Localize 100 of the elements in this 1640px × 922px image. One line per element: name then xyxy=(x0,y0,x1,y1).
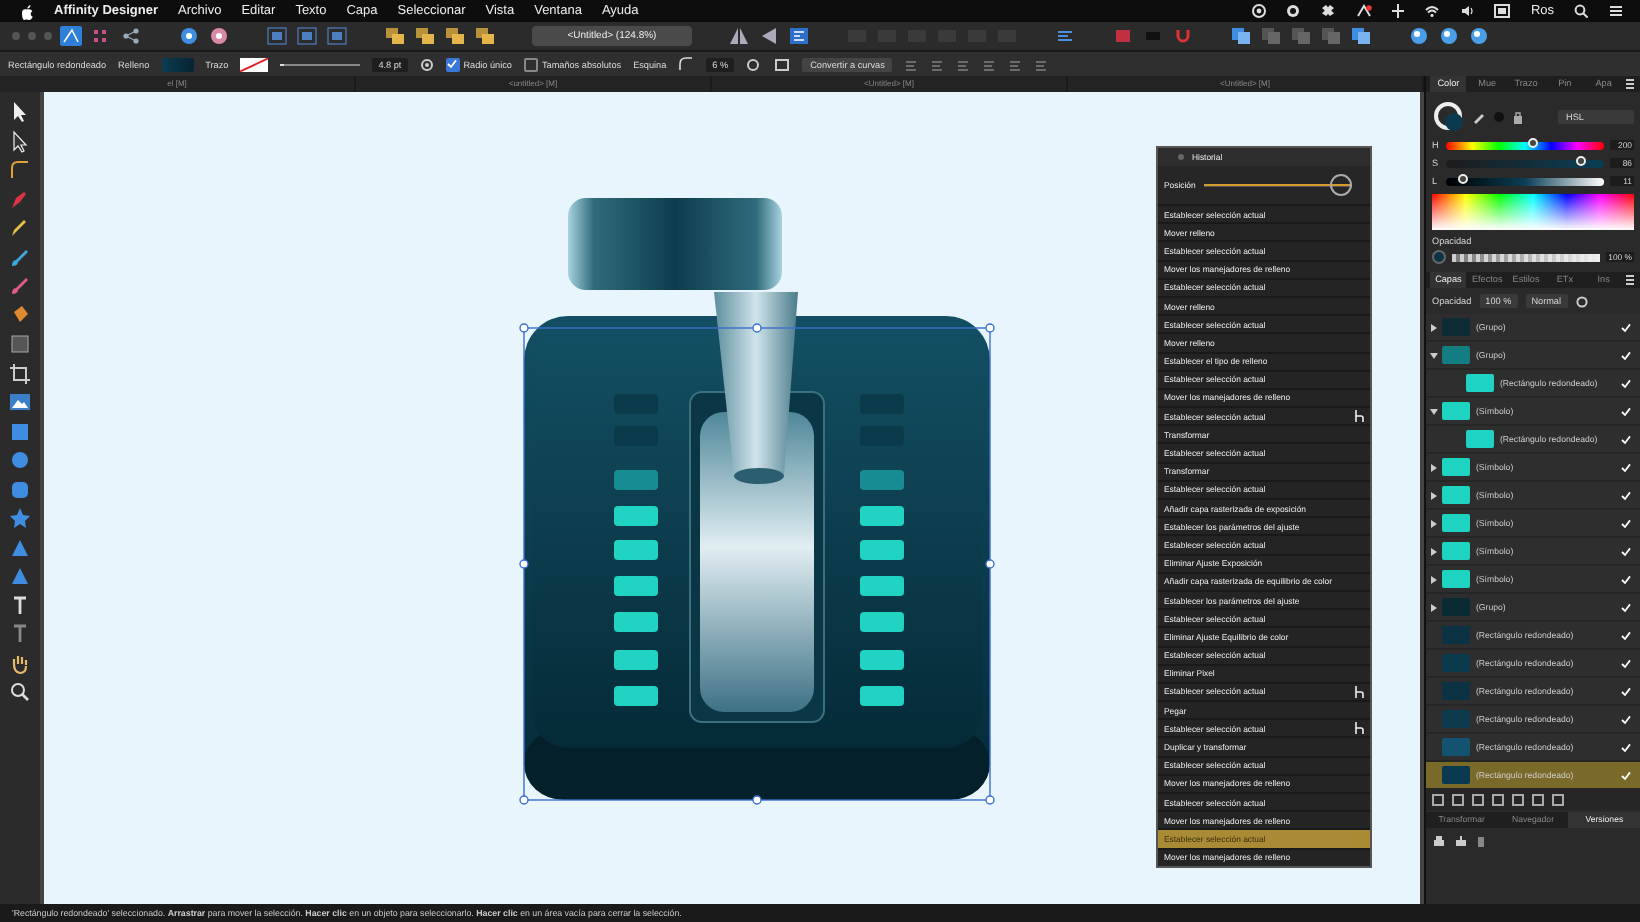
visibility-checkbox[interactable] xyxy=(1620,517,1632,529)
circle-icon[interactable] xyxy=(746,57,763,71)
fill-icon[interactable] xyxy=(8,303,32,327)
color-dot-icon[interactable] xyxy=(1494,111,1504,121)
checkbox[interactable] xyxy=(445,57,460,71)
color-wheel-icon[interactable] xyxy=(1432,100,1464,132)
magnet-icon[interactable] xyxy=(1172,26,1194,46)
disclosure-triangle-icon[interactable] xyxy=(1430,351,1438,359)
share-icon[interactable] xyxy=(120,26,142,46)
disclosure-triangle-icon[interactable] xyxy=(1430,547,1438,555)
image-icon[interactable] xyxy=(8,390,32,414)
disclosure-triangle-icon[interactable] xyxy=(1430,407,1438,415)
triangle-icon[interactable] xyxy=(8,535,32,559)
pointer-icon[interactable] xyxy=(8,100,32,124)
color-slider[interactable] xyxy=(1446,177,1604,185)
arrange-icon[interactable] xyxy=(384,26,406,46)
wifi-icon[interactable] xyxy=(1424,4,1441,18)
ellipse-icon[interactable] xyxy=(8,448,32,472)
trash-icon[interactable] xyxy=(1476,834,1486,848)
visibility-checkbox[interactable] xyxy=(1620,461,1632,473)
pencil-icon[interactable] xyxy=(8,216,32,240)
alignment-icon[interactable] xyxy=(904,57,919,71)
panel-menu-icon[interactable] xyxy=(1624,78,1637,90)
sphere-icon[interactable] xyxy=(1438,26,1460,46)
alignment-icon[interactable] xyxy=(956,57,971,71)
arrange-icon[interactable] xyxy=(474,26,496,46)
pixel-grid-icon[interactable] xyxy=(90,26,112,46)
disclosure-triangle-icon[interactable] xyxy=(1430,491,1438,499)
swatch-icon[interactable] xyxy=(1142,26,1164,46)
lock-icon[interactable] xyxy=(1512,109,1524,123)
color-spectrum[interactable] xyxy=(1432,194,1634,230)
node-pointer-icon[interactable] xyxy=(8,129,32,153)
affinity-logo-icon[interactable] xyxy=(60,26,82,46)
ring-status-icon[interactable] xyxy=(1286,4,1301,18)
visibility-checkbox[interactable] xyxy=(1620,601,1632,613)
visibility-checkbox[interactable] xyxy=(1620,321,1632,333)
alignment-icon[interactable] xyxy=(982,57,997,71)
checkbox[interactable] xyxy=(523,57,538,71)
stroke-color-icon[interactable] xyxy=(1112,26,1134,46)
visibility-checkbox[interactable] xyxy=(1620,545,1632,557)
visibility-checkbox[interactable] xyxy=(1620,657,1632,669)
cross-icon[interactable] xyxy=(1392,4,1405,18)
star-icon[interactable] xyxy=(8,506,32,530)
opacity-slider[interactable] xyxy=(1452,253,1601,261)
panel-dot-icon[interactable] xyxy=(1178,154,1184,160)
corner-icon[interactable] xyxy=(8,158,32,182)
visibility-checkbox[interactable] xyxy=(1620,741,1632,753)
visibility-checkbox[interactable] xyxy=(1620,573,1632,585)
boolean-icon[interactable] xyxy=(1350,26,1372,46)
volume-icon[interactable] xyxy=(1460,4,1475,18)
slider-thumb[interactable] xyxy=(1457,174,1468,184)
artistic-text-icon[interactable] xyxy=(8,622,32,646)
calendar-icon[interactable] xyxy=(1494,4,1511,18)
visibility-checkbox[interactable] xyxy=(1620,489,1632,501)
window-dot-icon[interactable] xyxy=(12,32,20,40)
menu-icon[interactable] xyxy=(1608,4,1624,18)
alignment-icon[interactable] xyxy=(930,57,945,71)
bars-icon[interactable] xyxy=(1054,26,1076,46)
stroke-swatch[interactable] xyxy=(240,57,269,71)
frame-icon[interactable] xyxy=(774,57,791,71)
crop-icon[interactable] xyxy=(8,361,32,385)
sphere-icon[interactable] xyxy=(1408,26,1430,46)
window-dot-icon[interactable] xyxy=(28,32,36,40)
sphere-icon[interactable] xyxy=(1468,26,1490,46)
disclosure-triangle-icon[interactable] xyxy=(1430,463,1438,471)
slider-thumb[interactable] xyxy=(1527,138,1538,148)
brush-icon[interactable] xyxy=(8,245,32,269)
eyedropper-icon[interactable] xyxy=(1472,109,1486,123)
grid-snap-icon[interactable] xyxy=(326,26,348,46)
visibility-checkbox[interactable] xyxy=(1620,433,1632,445)
vector-brush-icon[interactable] xyxy=(8,274,32,298)
window-dot-icon[interactable] xyxy=(44,32,52,40)
rounded-rectangle-icon[interactable] xyxy=(8,477,32,501)
visibility-checkbox[interactable] xyxy=(1620,405,1632,417)
settings-icon[interactable] xyxy=(1575,295,1588,307)
apple-logo-icon[interactable] xyxy=(20,3,34,19)
panel-menu-icon[interactable] xyxy=(1624,274,1637,286)
visibility-checkbox[interactable] xyxy=(1620,349,1632,361)
visibility-checkbox[interactable] xyxy=(1620,377,1632,389)
visibility-checkbox[interactable] xyxy=(1620,769,1632,781)
arrange-icon[interactable] xyxy=(444,26,466,46)
alignment-icon[interactable] xyxy=(1008,57,1023,71)
disclosure-triangle-icon[interactable] xyxy=(1430,323,1438,331)
alignment-icon[interactable] xyxy=(1034,57,1049,71)
grid-snap-icon[interactable] xyxy=(296,26,318,46)
rectangle-icon[interactable] xyxy=(8,419,32,443)
stroke-width-slider[interactable] xyxy=(280,63,361,65)
color-slider[interactable] xyxy=(1446,141,1604,149)
fill-swatch[interactable] xyxy=(161,57,194,71)
disclosure-triangle-icon[interactable] xyxy=(1430,575,1438,583)
visibility-checkbox[interactable] xyxy=(1620,685,1632,697)
selection-outline[interactable] xyxy=(519,323,995,805)
boolean-icon[interactable] xyxy=(1230,26,1252,46)
settings-icon[interactable] xyxy=(419,57,434,71)
disclosure-triangle-icon[interactable] xyxy=(1430,519,1438,527)
text-icon[interactable] xyxy=(8,593,32,617)
search-icon[interactable] xyxy=(1574,4,1588,18)
zoom-icon[interactable] xyxy=(8,680,32,704)
grid-snap-icon[interactable] xyxy=(266,26,288,46)
arrange-icon[interactable] xyxy=(414,26,436,46)
